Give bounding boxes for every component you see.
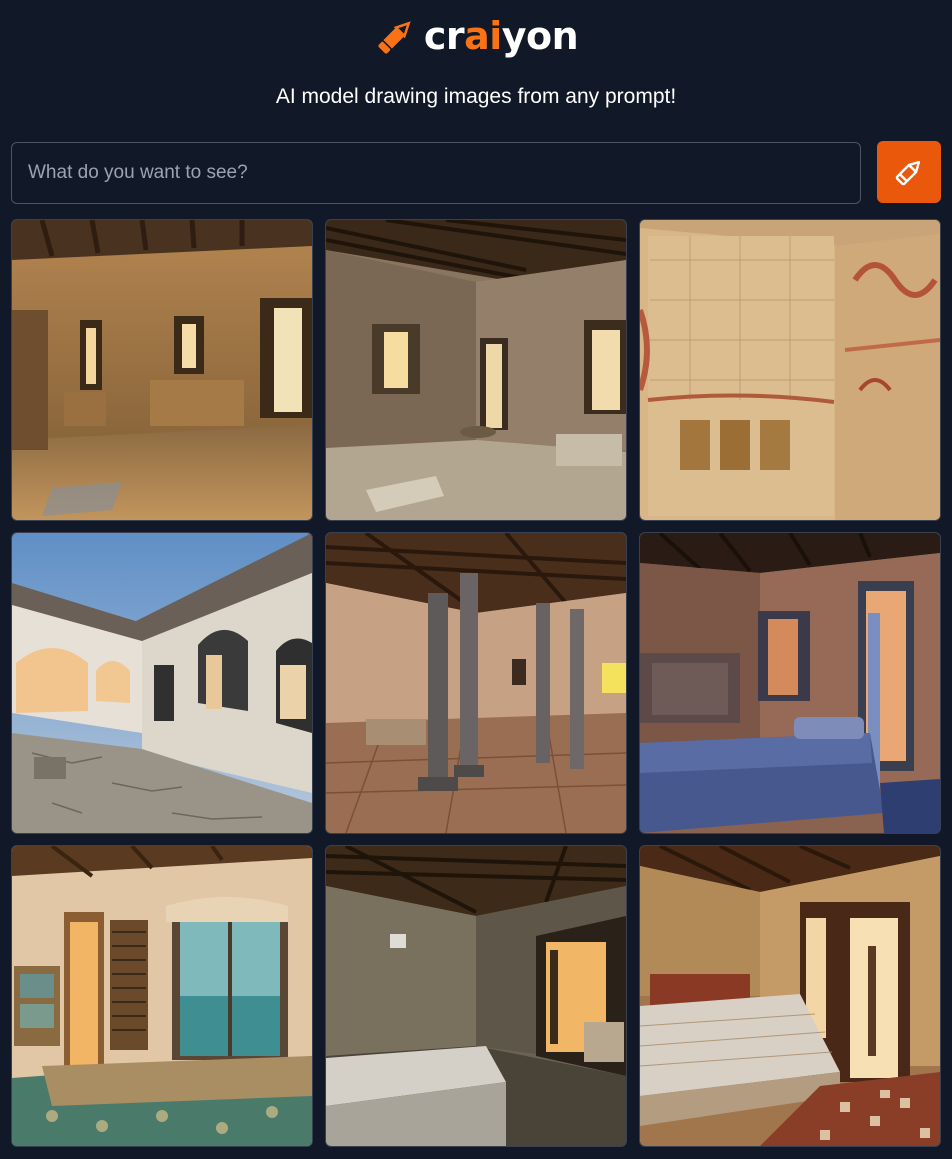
room-image [326,220,626,520]
result-image[interactable] [639,219,941,521]
result-image[interactable] [325,845,627,1147]
brand-name: craiyon [423,14,579,58]
room-image [640,220,940,520]
result-image[interactable] [11,219,313,521]
room-image [12,846,312,1146]
room-image [326,533,626,833]
pencil-icon [378,21,411,54]
room-image [12,220,312,520]
result-image[interactable] [11,845,313,1147]
room-image [326,846,626,1146]
draw-button[interactable] [877,141,941,203]
room-image [640,846,940,1146]
results-grid [11,219,941,1147]
logo[interactable]: craiyon [0,14,952,58]
app: craiyon AI model drawing images from any… [0,0,952,1159]
room-image [640,533,940,833]
result-image[interactable] [11,532,313,834]
result-image[interactable] [325,532,627,834]
result-image[interactable] [639,532,941,834]
tagline: AI model drawing images from any prompt! [275,85,677,108]
prompt-input[interactable] [11,142,861,204]
result-image[interactable] [325,219,627,521]
room-image [12,533,312,833]
pencil-icon [895,160,921,186]
result-image[interactable] [639,845,941,1147]
